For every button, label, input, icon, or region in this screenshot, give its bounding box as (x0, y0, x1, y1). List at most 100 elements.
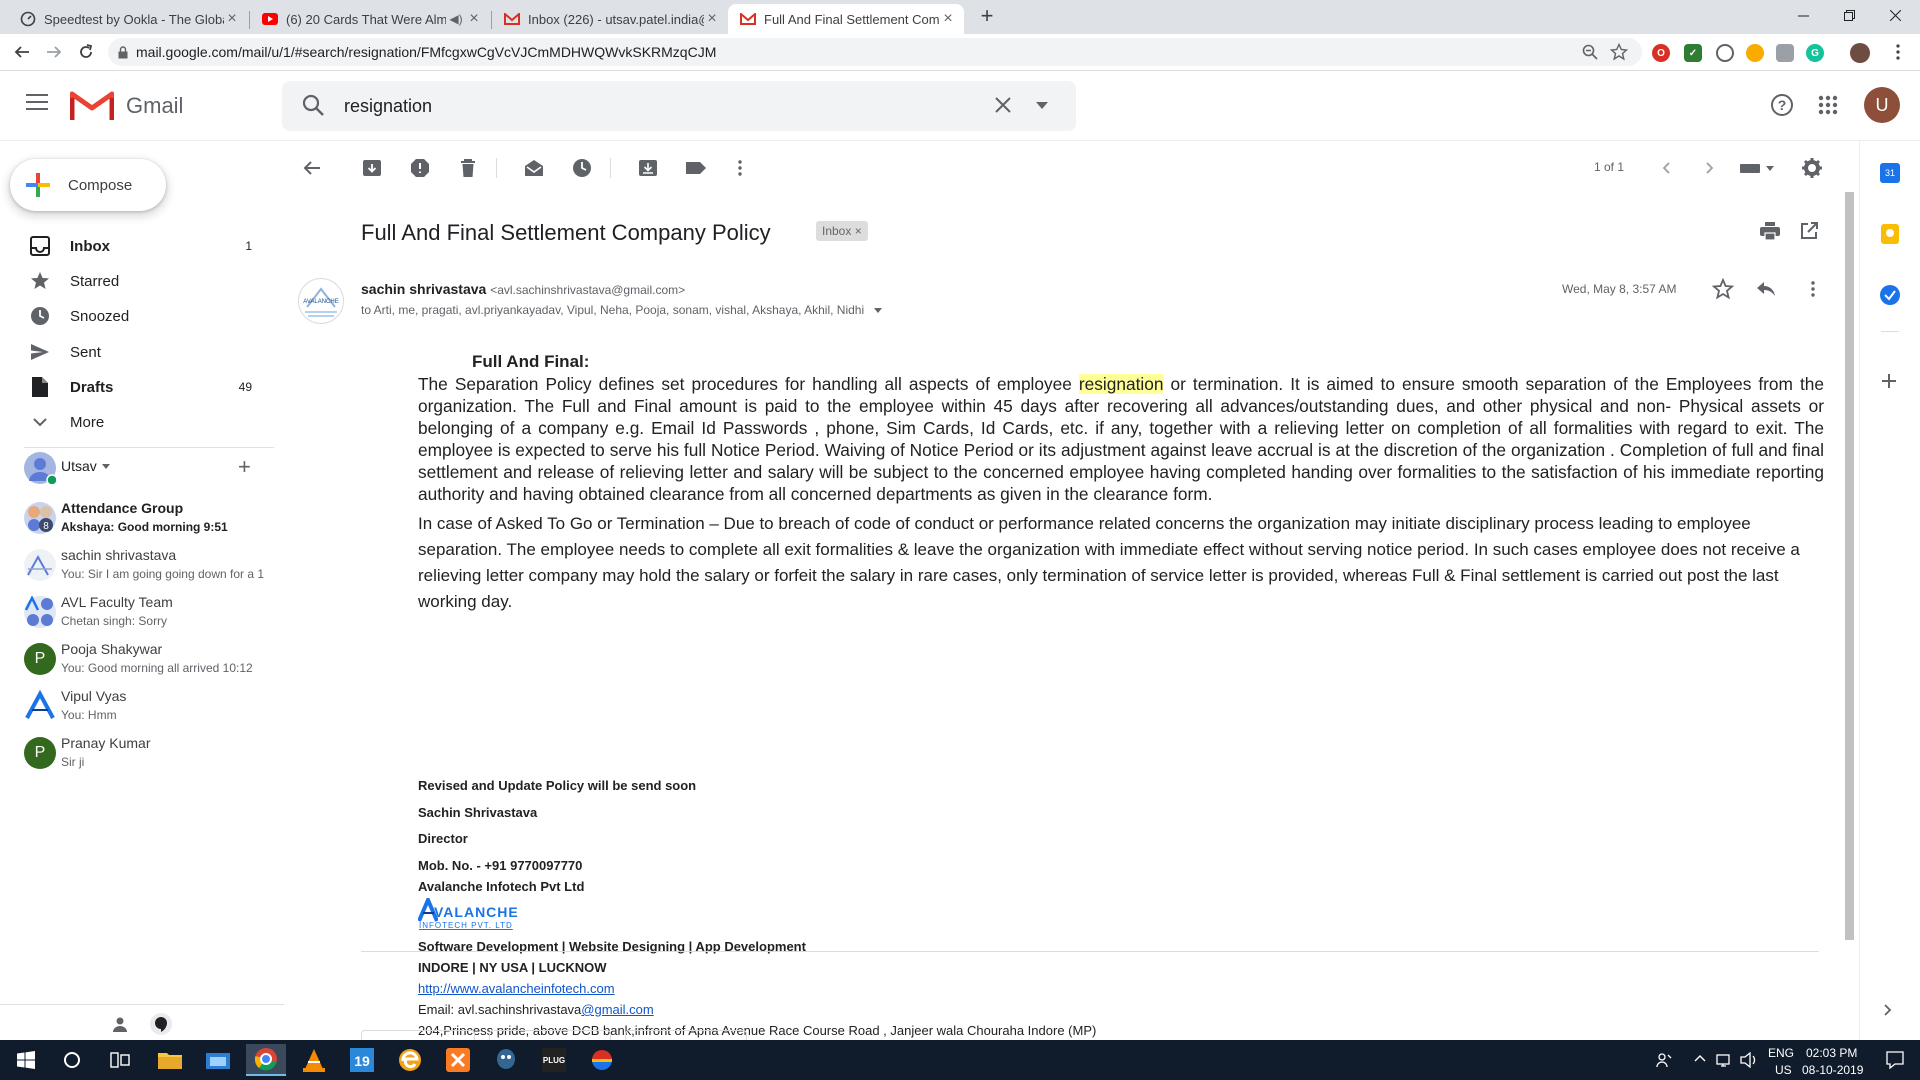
people-icon[interactable] (1656, 1052, 1672, 1068)
sidebar-item-more[interactable]: More (0, 405, 270, 439)
app-icon[interactable] (582, 1044, 622, 1076)
search-input[interactable]: resignation (344, 96, 432, 117)
speaker-icon[interactable]: ◀) (446, 12, 466, 26)
open-new-window-icon[interactable] (1800, 222, 1818, 240)
minimize-button[interactable] (1780, 0, 1826, 30)
clock-date[interactable]: 08-10-2019 (1802, 1063, 1863, 1077)
account-avatar[interactable]: U (1864, 87, 1900, 123)
website-link[interactable]: http://www.avalancheinfotech.com (418, 981, 615, 996)
gmail-logo-icon[interactable] (70, 90, 114, 122)
star-icon[interactable] (1712, 278, 1734, 300)
more-actions-icon[interactable] (1811, 281, 1815, 297)
input-tools-icon[interactable] (1738, 156, 1778, 180)
search-bar[interactable]: resignation (282, 81, 1076, 131)
store-icon[interactable] (198, 1044, 238, 1076)
close-window-button[interactable] (1872, 0, 1918, 30)
chrome-icon[interactable] (246, 1044, 286, 1076)
chat-item[interactable]: Vipul Vyas You: Hmm (0, 686, 284, 732)
delete-icon[interactable] (456, 156, 480, 180)
expand-panel-chevron-icon[interactable] (1884, 1004, 1892, 1016)
grammarly-extension-icon[interactable]: G (1806, 44, 1824, 62)
xampp-icon[interactable] (438, 1044, 478, 1076)
sidebar-item-inbox[interactable]: Inbox 1 (0, 229, 270, 263)
browser-menu-icon[interactable] (1884, 38, 1912, 66)
windows-start-icon[interactable] (2, 1044, 50, 1076)
restore-button[interactable] (1826, 0, 1872, 30)
hangouts-user-name[interactable]: Utsav (61, 458, 97, 474)
chevron-down-icon[interactable] (873, 308, 882, 314)
block-extension-icon[interactable] (1716, 44, 1734, 62)
browser-tab[interactable]: (6) 20 Cards That Were Almo ◀) × (250, 4, 490, 34)
remove-label-icon[interactable]: × (855, 224, 862, 238)
task-view-icon[interactable] (98, 1044, 142, 1076)
sidebar-item-drafts[interactable]: Drafts 49 (0, 370, 270, 404)
scrollbar[interactable] (1845, 192, 1854, 940)
more-options-icon[interactable] (728, 156, 752, 180)
browser-tab[interactable]: Inbox (226) - utsav.patel.india@g × (492, 4, 728, 34)
chevron-up-icon[interactable] (1694, 1054, 1706, 1062)
hangouts-icon[interactable] (150, 1013, 172, 1035)
main-menu-icon[interactable] (26, 94, 48, 110)
snooze-icon[interactable] (570, 156, 594, 180)
postgres-icon[interactable] (486, 1044, 526, 1076)
chat-item[interactable]: 8 Attendance Group Akshaya: Good morning… (0, 498, 284, 544)
sender-avatar[interactable]: AVALANCHE (298, 278, 344, 324)
calendar-icon[interactable]: 31 (1880, 163, 1900, 183)
zoom-icon[interactable] (1582, 44, 1598, 60)
mark-as-unread-icon[interactable] (522, 156, 546, 180)
hangouts-avatar[interactable] (24, 452, 56, 484)
edge-icon[interactable] (390, 1044, 430, 1076)
language-indicator[interactable]: ENG (1768, 1046, 1794, 1060)
help-icon[interactable]: ? (1770, 93, 1794, 117)
recipients-line[interactable]: to Arti, me, pragati, avl.priyankayadav,… (361, 303, 882, 317)
new-tab-button[interactable]: + (973, 2, 1001, 30)
add-addon-icon[interactable] (1880, 372, 1898, 390)
chat-item[interactable]: P Pooja Shakywar You: Good morning all a… (0, 639, 284, 685)
browser-tab-active[interactable]: Full And Final Settlement Compa × (728, 4, 964, 34)
close-tab-icon[interactable]: × (466, 10, 482, 28)
clock-time[interactable]: 02:03 PM (1806, 1046, 1857, 1060)
label-icon[interactable] (684, 156, 708, 180)
reload-icon[interactable] (72, 38, 100, 66)
shield-extension-icon[interactable]: ✓ (1684, 44, 1702, 62)
region-indicator[interactable]: US (1775, 1063, 1792, 1077)
keep-icon[interactable] (1881, 224, 1899, 244)
report-spam-icon[interactable] (408, 156, 432, 180)
compose-button[interactable]: Compose (10, 159, 166, 211)
plug-app-icon[interactable]: PLUG (534, 1044, 574, 1076)
sidebar-item-snoozed[interactable]: Snoozed (0, 299, 270, 333)
chat-item[interactable]: sachin shrivastava You: Sir I am going g… (0, 545, 284, 591)
settings-gear-icon[interactable] (1800, 156, 1824, 180)
reply-icon[interactable] (1756, 281, 1776, 297)
vlc-icon[interactable] (294, 1044, 334, 1076)
close-tab-icon[interactable]: × (704, 10, 720, 28)
clear-search-icon[interactable] (994, 96, 1012, 114)
address-bar[interactable]: mail.google.com/mail/u/1/#search/resigna… (108, 38, 1642, 66)
search-icon[interactable] (302, 94, 324, 116)
planet-extension-icon[interactable] (1746, 44, 1764, 62)
person-icon[interactable] (112, 1016, 128, 1032)
opera-extension-icon[interactable]: O (1652, 44, 1670, 62)
close-tab-icon[interactable]: × (940, 10, 956, 28)
back-arrow-icon[interactable] (8, 38, 36, 66)
inbox-label-chip[interactable]: Inbox × (816, 221, 868, 241)
archive-icon[interactable] (360, 156, 384, 180)
volume-icon[interactable] (1740, 1052, 1758, 1068)
email-link[interactable]: @gmail.com (581, 1002, 653, 1017)
sidebar-item-starred[interactable]: Starred (0, 264, 270, 298)
sidebar-item-sent[interactable]: Sent (0, 335, 270, 369)
chevron-down-icon[interactable] (102, 464, 110, 469)
sender-name[interactable]: sachin shrivastava <avl.sachinshrivastav… (361, 281, 685, 297)
move-to-icon[interactable] (636, 156, 660, 180)
chat-item[interactable]: AVL Faculty Team Chetan singh: Sorry (0, 592, 284, 638)
older-chevron-icon[interactable] (1698, 156, 1722, 180)
forward-arrow-icon[interactable] (40, 38, 68, 66)
newer-chevron-icon[interactable] (1654, 156, 1678, 180)
tasks-icon[interactable] (1880, 285, 1900, 305)
back-to-search-icon[interactable] (300, 156, 324, 180)
chat-item[interactable]: P Pranay Kumar Sir ji (0, 733, 284, 779)
bookmark-star-icon[interactable] (1610, 43, 1628, 61)
browser-tab[interactable]: Speedtest by Ookla - The Global × (8, 4, 248, 34)
website-link-text[interactable]: http://www.avalancheinfotech.com (418, 981, 615, 996)
cortana-search-icon[interactable] (50, 1044, 94, 1076)
